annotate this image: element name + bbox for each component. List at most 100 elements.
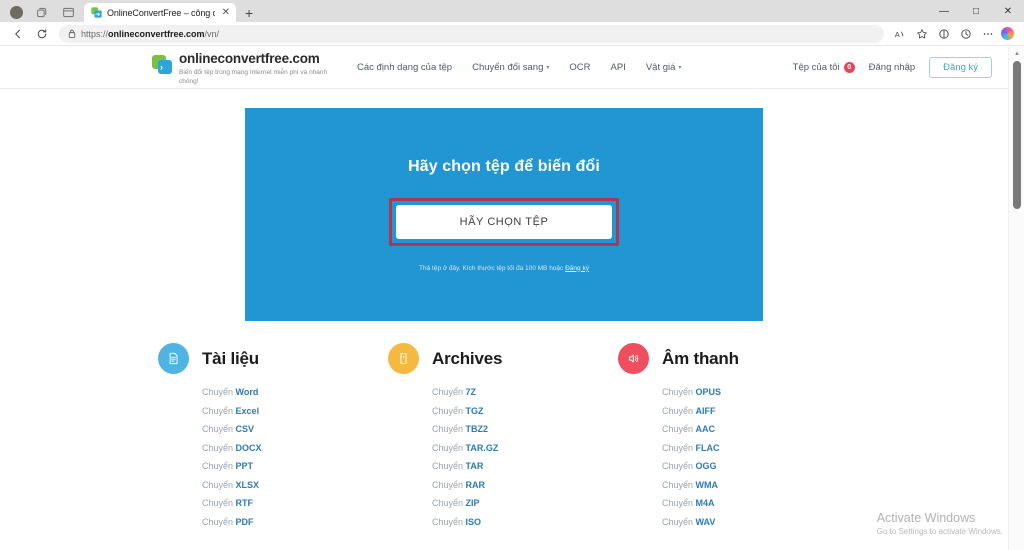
file-dropzone[interactable]: Hãy chọn tệp để biến đổi HÃY CHỌN TỆP Th… <box>245 108 763 321</box>
scrollbar-thumb[interactable] <box>1013 61 1021 209</box>
watermark-title: Activate Windows <box>876 511 976 525</box>
convert-link[interactable]: Chuyển WAV <box>662 517 848 527</box>
convert-link[interactable]: Chuyển Excel <box>202 406 388 416</box>
category-audio: Âm thanh Chuyển OPUS Chuyển AIFF Chuyển … <box>618 343 848 527</box>
convert-prefix: Chuyển <box>432 405 464 416</box>
minimize-button[interactable]: — <box>928 0 960 22</box>
hero-title: Hãy chọn tệp để biến đổi <box>408 157 600 175</box>
page-scrollbar[interactable]: ▲ <box>1008 47 1024 550</box>
convert-format: Word <box>235 387 259 397</box>
lock-icon <box>68 29 76 38</box>
collections-icon[interactable] <box>933 23 955 45</box>
convert-prefix: Chuyển <box>662 424 694 434</box>
windows-activation-watermark: Activate Windows Go to Settings to activ… <box>877 511 1003 538</box>
convert-prefix: Chuyển <box>662 442 694 453</box>
convert-arrows-icon: › <box>152 54 172 74</box>
convert-link[interactable]: Chuyển CSV <box>202 424 388 434</box>
convert-prefix: Chuyển <box>202 387 234 397</box>
site-logo[interactable]: › onlineconvertfree.com Biến đổi tệp tro… <box>152 50 329 86</box>
convert-link[interactable]: Chuyển FLAC <box>662 443 848 453</box>
login-link[interactable]: Đăng nhập <box>869 62 915 73</box>
convert-format: AAC <box>695 424 716 434</box>
nav-item-ocr[interactable]: OCR <box>569 62 590 73</box>
convert-format: RTF <box>235 498 254 508</box>
convert-format: PDF <box>235 516 254 527</box>
browser-tab[interactable]: OnlineConvertFree – công cụ chu ✕ <box>84 3 236 22</box>
scroll-up-arrow-icon[interactable]: ▲ <box>1009 47 1024 61</box>
convert-format: FLAC <box>695 442 720 453</box>
convert-link[interactable]: Chuyển OGG <box>662 461 848 471</box>
convert-format: TAR.GZ <box>465 442 499 453</box>
nav-label: OCR <box>569 62 591 73</box>
convert-link[interactable]: Chuyển PDF <box>202 517 388 527</box>
convert-link[interactable]: Chuyển WMA <box>662 480 848 490</box>
category-header: Tài liệu <box>158 343 388 374</box>
convert-format: CSV <box>235 424 255 434</box>
site-header: › onlineconvertfree.com Biến đổi tệp tro… <box>0 47 1008 89</box>
convert-link[interactable]: Chuyển RAR <box>432 480 618 490</box>
more-ellipsis-icon[interactable] <box>977 23 999 45</box>
convert-prefix: Chuyển <box>202 442 234 453</box>
convert-format: ISO <box>465 516 482 527</box>
dropzone-note-text: Thả tệp ở đây. Kích thước tệp tối đa 100… <box>419 264 566 272</box>
convert-link[interactable]: Chuyển AIFF <box>662 406 848 416</box>
convert-link[interactable]: Chuyển Word <box>202 387 388 397</box>
convert-format: TGZ <box>465 405 484 416</box>
url-prefix: https:// <box>81 28 109 39</box>
read-aloud-icon[interactable]: A <box>889 23 911 45</box>
convert-link[interactable]: Chuyển RTF <box>202 498 388 508</box>
chevron-down-icon: ▾ <box>546 65 550 71</box>
address-bar[interactable]: https://onlineconvertfree.com/vn/ <box>59 24 884 43</box>
dropzone-note-link[interactable]: Đăng ký <box>565 265 589 272</box>
tab-strip: OnlineConvertFree – công cụ chu ✕ + — □ … <box>0 0 1024 22</box>
convert-format: RAR <box>465 479 486 490</box>
choose-file-button[interactable]: HÃY CHỌN TỆP <box>396 204 612 239</box>
convert-link[interactable]: Chuyển ZIP <box>432 498 618 508</box>
signup-button[interactable]: Đăng ký <box>929 56 992 79</box>
tab-actions-icon[interactable] <box>62 6 75 19</box>
convert-link[interactable]: Chuyển DOCX <box>202 443 388 453</box>
convert-format: WMA <box>695 479 719 490</box>
history-icon[interactable] <box>955 23 977 45</box>
tab-close-icon[interactable]: ✕ <box>220 7 232 18</box>
convert-link[interactable]: Chuyển PPT <box>202 461 388 471</box>
convert-format: WAV <box>695 516 716 527</box>
my-files-link[interactable]: Tệp của tôi 0 <box>793 62 855 73</box>
profile-avatar-icon[interactable] <box>10 6 23 19</box>
header-account-area: Tệp của tôi 0 Đăng nhập Đăng ký <box>793 56 992 79</box>
convert-link[interactable]: Chuyển ISO <box>432 517 618 527</box>
convert-link[interactable]: Chuyển TGZ <box>432 406 618 416</box>
maximize-button[interactable]: □ <box>960 0 992 22</box>
refresh-icon[interactable] <box>30 23 54 45</box>
convert-link[interactable]: Chuyển TAR.GZ <box>432 443 618 453</box>
category-archives: Archives Chuyển 7Z Chuyển TGZ Chuyển TBZ… <box>388 343 618 527</box>
convert-prefix: Chuyển <box>202 461 234 471</box>
convert-link[interactable]: Chuyển OPUS <box>662 387 848 397</box>
workspaces-icon[interactable] <box>36 6 49 19</box>
nav-item-pricing[interactable]: Vật giá ▾ <box>646 62 682 73</box>
convert-format: 7Z <box>465 387 477 397</box>
toolbar-right-icons: A <box>889 23 1018 45</box>
convert-link[interactable]: Chuyển TBZ2 <box>432 424 618 434</box>
main-navigation: Các định dạng của tệp Chuyển đổi sang ▾ … <box>357 62 681 73</box>
nav-item-api[interactable]: API <box>611 62 626 73</box>
my-files-label: Tệp của tôi <box>792 62 840 73</box>
star-icon[interactable] <box>911 23 933 45</box>
convert-link[interactable]: Chuyển TAR <box>432 461 618 471</box>
convert-logo-icon <box>91 7 102 18</box>
convert-prefix: Chuyển <box>202 516 234 527</box>
new-tab-button[interactable]: + <box>236 6 261 22</box>
nav-item-file-formats[interactable]: Các định dạng của tệp <box>357 62 452 73</box>
convert-format: OGG <box>695 461 717 471</box>
back-arrow-icon[interactable] <box>6 23 30 45</box>
convert-prefix: Chuyển <box>202 479 234 490</box>
convert-link[interactable]: Chuyển AAC <box>662 424 848 434</box>
convert-link[interactable]: Chuyển M4A <box>662 498 848 508</box>
brand-name: onlineconvertfree.com <box>179 50 320 66</box>
convert-link[interactable]: Chuyển 7Z <box>432 387 618 397</box>
nav-item-convert-to[interactable]: Chuyển đổi sang ▾ <box>472 62 549 73</box>
copilot-icon[interactable] <box>1001 27 1014 40</box>
convert-link[interactable]: Chuyển XLSX <box>202 480 388 490</box>
document-icon <box>158 343 189 374</box>
close-window-button[interactable]: ✕ <box>992 0 1024 22</box>
